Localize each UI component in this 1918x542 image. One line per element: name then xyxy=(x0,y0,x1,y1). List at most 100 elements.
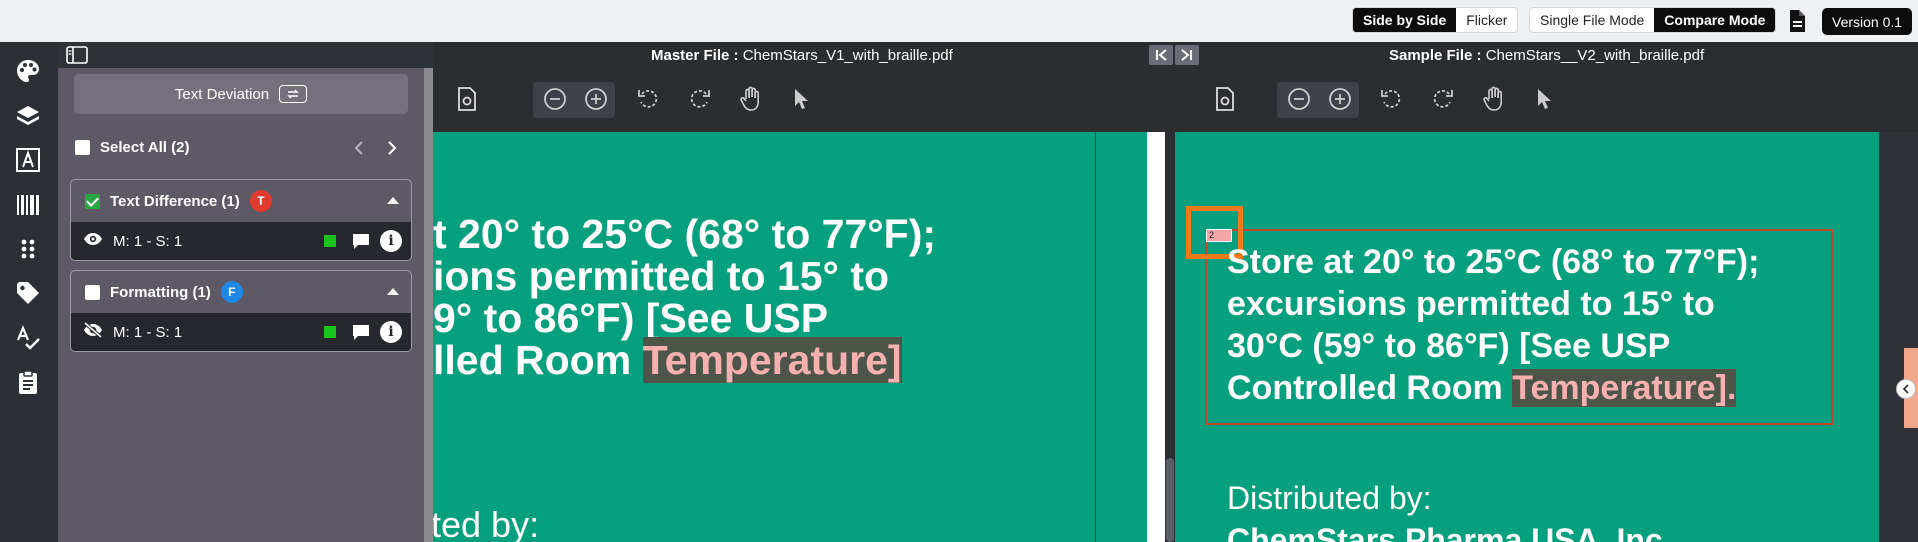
flicker-button[interactable]: Flicker xyxy=(1456,8,1517,32)
eye-slash-icon[interactable] xyxy=(83,321,103,342)
select-all[interactable]: Select All (2) xyxy=(75,139,189,156)
settings-page-icon[interactable] xyxy=(1207,81,1243,117)
formatting-header[interactable]: Formatting (1) F xyxy=(71,271,411,313)
zoom-out-icon[interactable] xyxy=(1281,81,1317,117)
palette-icon[interactable] xyxy=(13,56,43,86)
view-mode-toggle: Side by Side Flicker xyxy=(1352,7,1519,33)
text-difference-checkbox[interactable] xyxy=(85,193,100,209)
eye-icon[interactable] xyxy=(83,232,103,250)
compare-mode-button[interactable]: Compare Mode xyxy=(1654,8,1776,32)
text-a-icon[interactable] xyxy=(13,145,43,175)
deviation-panel: Text Deviation Select All (2) Text Diffe… xyxy=(58,42,433,542)
info-icon[interactable]: i xyxy=(380,230,402,252)
barcode-icon[interactable] xyxy=(13,190,43,220)
deviation-row-label: M: 1 - S: 1 xyxy=(113,323,183,341)
last-page-icon[interactable] xyxy=(1175,45,1199,65)
status-color-indicator xyxy=(324,326,336,338)
deviation-row-label: M: 1 - S: 1 xyxy=(113,232,183,250)
master-highlight-text[interactable]: Temperature] xyxy=(642,337,902,383)
deviation-row[interactable]: M: 1 - S: 1 i xyxy=(71,313,411,351)
text-badge: T xyxy=(249,190,272,212)
next-chevron-icon[interactable] xyxy=(384,140,400,156)
sample-company-text: ChemStars Pharma USA, Inc. xyxy=(1227,522,1672,542)
master-text-line-3: 9° to 86°F) [See USP xyxy=(433,295,829,341)
formatting-checkbox[interactable] xyxy=(85,284,100,300)
pane-divider xyxy=(1147,132,1165,542)
select-pointer-icon[interactable] xyxy=(1526,81,1562,117)
sample-toolbar xyxy=(1165,68,1918,132)
zoom-in-icon[interactable] xyxy=(1322,81,1358,117)
master-line-4-text: lled Room xyxy=(433,337,643,383)
expand-chevron-icon[interactable] xyxy=(1896,379,1916,399)
master-text-line-2: ions permitted to 15° to xyxy=(433,253,890,299)
page-edge-line xyxy=(1095,132,1096,542)
settings-page-icon[interactable] xyxy=(449,81,485,117)
top-bar: Side by Side Flicker Single File Mode Co… xyxy=(0,0,1918,42)
previous-chevron-icon[interactable] xyxy=(351,140,367,156)
master-file-label: Master File : xyxy=(651,47,739,64)
zoom-in-icon[interactable] xyxy=(578,81,614,117)
collapse-caret-icon[interactable] xyxy=(387,197,399,204)
master-text-line-1: t 20° to 25°C (68° to 77°F); xyxy=(433,211,937,257)
sample-file-label: Sample File : xyxy=(1389,47,1482,64)
clipboard-icon[interactable] xyxy=(13,367,43,397)
document-icon[interactable] xyxy=(1786,9,1808,33)
panel-scrollbar[interactable] xyxy=(424,68,433,542)
file-mode-toggle: Single File Mode Compare Mode xyxy=(1529,7,1777,33)
master-document-view[interactable]: t 20° to 25°C (68° to 77°F); ions permit… xyxy=(433,132,1147,542)
select-all-checkbox[interactable] xyxy=(75,140,90,155)
select-pointer-icon[interactable] xyxy=(783,81,819,117)
text-difference-title: Text Difference (1) xyxy=(110,192,240,210)
rotate-left-icon[interactable] xyxy=(630,81,666,117)
deviation-row[interactable]: M: 1 - S: 1 i xyxy=(71,222,411,260)
sample-file-heading: Sample File : ChemStars__V2_with_braille… xyxy=(1389,47,1704,64)
text-deviation-label: Text Deviation xyxy=(174,85,270,103)
sample-document-view[interactable]: 2 Store at 20° to 25°C (68° to 77°F); ex… xyxy=(1175,132,1879,542)
swap-icon xyxy=(279,85,308,103)
file-name-bar: Master File : ChemStars_V1_with_braille.… xyxy=(433,42,1918,68)
side-by-side-button[interactable]: Side by Side xyxy=(1353,8,1457,32)
sidebar-toggle-icon[interactable] xyxy=(66,46,88,64)
select-all-label: Select All (2) xyxy=(100,139,190,156)
formatting-group: Formatting (1) F M: 1 - S: 1 i xyxy=(70,270,412,352)
scroll-thumb[interactable] xyxy=(1166,458,1174,542)
collapse-caret-icon[interactable] xyxy=(387,288,399,295)
right-edge-strip xyxy=(1896,132,1918,542)
single-file-mode-button[interactable]: Single File Mode xyxy=(1530,8,1654,32)
version-badge: Version 0.1 xyxy=(1822,8,1913,35)
sample-text-line-2: excursions permitted to 15° to xyxy=(1227,285,1715,323)
rotate-right-icon[interactable] xyxy=(1425,81,1461,117)
pan-hand-icon[interactable] xyxy=(1476,81,1512,117)
sample-text-line-4: Controlled Room Temperature]. xyxy=(1227,369,1737,408)
master-file-heading: Master File : ChemStars_V1_with_braille.… xyxy=(651,47,953,64)
comment-icon[interactable] xyxy=(351,232,371,250)
formatting-badge: F xyxy=(220,281,243,303)
sample-line-4-text: Controlled Room xyxy=(1227,369,1513,407)
panel-header xyxy=(58,42,424,68)
text-difference-header[interactable]: Text Difference (1) T xyxy=(71,180,411,222)
master-file-name: ChemStars_V1_with_braille.pdf xyxy=(742,47,953,64)
rotate-left-icon[interactable] xyxy=(1373,81,1409,117)
sample-file-name: ChemStars__V2_with_braille.pdf xyxy=(1485,47,1705,64)
zoom-out-icon[interactable] xyxy=(537,81,573,117)
master-text-line-4: lled Room Temperature] xyxy=(433,337,902,384)
sample-highlight-text[interactable]: Temperature]. xyxy=(1512,369,1737,407)
rotate-right-icon[interactable] xyxy=(682,81,718,117)
spellcheck-icon[interactable] xyxy=(13,323,43,353)
sample-distributed-text: Distributed by: xyxy=(1227,480,1432,516)
sample-text-line-1: Store at 20° to 25°C (68° to 77°F); xyxy=(1227,243,1760,281)
comment-icon[interactable] xyxy=(351,323,371,341)
sample-text-line-3: 30°C (59° to 86°F) [See USP xyxy=(1227,327,1671,365)
tag-icon[interactable] xyxy=(13,278,43,308)
tool-rail xyxy=(0,42,58,542)
info-icon[interactable]: i xyxy=(380,321,402,343)
first-page-icon[interactable] xyxy=(1149,45,1173,65)
pan-hand-icon[interactable] xyxy=(733,81,769,117)
master-distributed-text: ted by: xyxy=(433,504,540,542)
grid-dots-icon[interactable] xyxy=(13,234,43,264)
text-difference-group: Text Difference (1) T M: 1 - S: 1 i xyxy=(70,179,412,261)
text-deviation-button[interactable]: Text Deviation xyxy=(74,74,408,114)
layers-icon[interactable] xyxy=(13,101,43,131)
sample-scrollbar[interactable] xyxy=(1165,132,1175,542)
difference-marker[interactable]: 2 xyxy=(1206,229,1232,242)
